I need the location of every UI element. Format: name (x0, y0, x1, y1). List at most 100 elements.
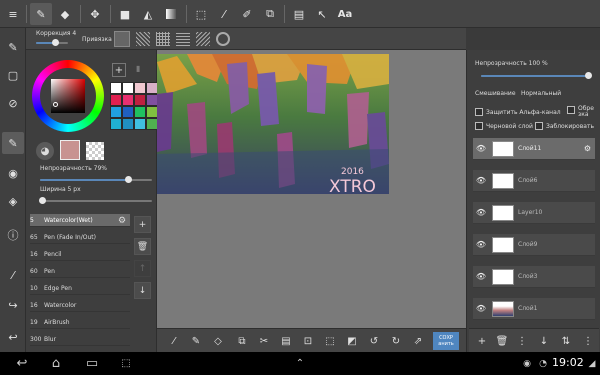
brush-opacity-knob[interactable] (125, 176, 133, 183)
brush-item[interactable]: 16 Pencil (30, 248, 130, 261)
blend-mode-select[interactable]: Нормальный (521, 90, 561, 97)
recents-icon[interactable]: ▭ (80, 355, 104, 372)
cut-icon[interactable]: ✂ (255, 332, 273, 350)
eye-icon[interactable]: 👁 (473, 144, 489, 153)
palette-panel-icon[interactable]: ◉ (2, 162, 24, 184)
deselect-icon[interactable]: ⬚ (321, 332, 339, 350)
brush-item[interactable]: 19 AirBrush (30, 316, 130, 329)
transparent-color-swatch[interactable] (86, 142, 104, 160)
brush-item[interactable]: 300 Blur (30, 333, 130, 346)
palette-swatch[interactable] (134, 106, 146, 118)
palette-swatch[interactable] (134, 94, 146, 106)
more-options-icon[interactable]: ⋮ (579, 332, 597, 350)
brush-item[interactable]: 16 Watercolor (30, 299, 130, 312)
palette-swatch[interactable] (122, 118, 134, 130)
home-icon[interactable]: ⌂ (44, 355, 68, 372)
info-icon[interactable]: ⓘ (2, 224, 24, 246)
select-frame-icon[interactable]: ▢ (2, 64, 24, 86)
layer-row[interactable]: 👁 Слой3 (473, 266, 595, 288)
eye-icon[interactable]: 👁 (473, 304, 489, 313)
snap-grid-icon[interactable] (156, 32, 170, 46)
brush-item[interactable]: 65 Pen (Fade In/Out) (30, 231, 130, 244)
redo-icon[interactable]: ↪ (2, 294, 24, 316)
eye-icon[interactable]: 👁 (473, 240, 489, 249)
back-icon[interactable]: ↩ (10, 355, 34, 372)
select-add-icon[interactable]: ⧉ (259, 3, 281, 25)
fill-rect-icon[interactable]: ■ (114, 3, 136, 25)
canvas-workspace[interactable]: 2016 XTRO (157, 50, 466, 328)
text-tool-button[interactable]: Aa (334, 3, 356, 25)
pen-icon[interactable]: ✎ (30, 3, 52, 25)
screenshot-icon[interactable]: ⬚ (114, 355, 138, 372)
move-layer-down-icon[interactable]: ↓ (535, 332, 553, 350)
cursor-icon[interactable]: ↖ (311, 3, 333, 25)
palette-swatch[interactable] (110, 106, 122, 118)
select-all-icon[interactable]: ⊡ (299, 332, 317, 350)
move-brush-down-button[interactable]: ↓ (134, 282, 151, 299)
delete-color-icon[interactable]: ▮ (136, 64, 140, 73)
eye-icon[interactable]: 👁 (473, 208, 489, 217)
palette-icon[interactable]: ◕ (36, 142, 54, 160)
layer-opacity-knob[interactable] (585, 72, 592, 79)
gradient-icon[interactable] (160, 3, 182, 25)
clipping-checkbox[interactable]: Обре зка (567, 106, 597, 118)
rotate-right-icon[interactable]: ↻ (387, 332, 405, 350)
add-layer-icon[interactable]: + (473, 332, 491, 350)
palette-swatch[interactable] (110, 118, 122, 130)
add-color-button[interactable]: + (112, 63, 126, 77)
layers-panel-icon[interactable]: ◈ (2, 190, 24, 212)
invert-select-icon[interactable]: ◩ (343, 332, 361, 350)
correction-slider-knob[interactable] (52, 39, 59, 46)
brush-width-track[interactable] (40, 200, 152, 202)
palette-swatch[interactable] (110, 94, 122, 106)
layer-row[interactable]: 👁 Layer10 (473, 202, 595, 224)
lock-layer-checkbox[interactable]: Заблокировать (535, 122, 594, 130)
snap-off-button[interactable] (114, 31, 130, 47)
layer-menu-icon[interactable]: ⋮ (513, 332, 531, 350)
eraser-icon[interactable]: ◇ (209, 332, 227, 350)
paste-icon[interactable]: ▤ (277, 332, 295, 350)
transform-icon[interactable]: ✥ (84, 3, 106, 25)
bucket-icon[interactable]: ◭ (137, 3, 159, 25)
brush-settings-icon[interactable]: ⚙ (118, 216, 126, 226)
snap-parallel-icon[interactable] (136, 32, 150, 46)
menu-icon[interactable]: ≡ (2, 3, 24, 25)
snap-lines-icon[interactable] (176, 32, 190, 46)
color-wheel[interactable] (32, 60, 104, 132)
layer-row[interactable]: 👁 Слой6 (473, 170, 595, 192)
select-rect-icon[interactable]: ⬚ (190, 3, 212, 25)
layer-settings-icon[interactable]: ⚙ (584, 144, 591, 153)
protect-alpha-checkbox[interactable]: Защитить Альфа-канал (475, 108, 561, 116)
brush-item[interactable]: 60 Pen (30, 265, 130, 278)
delete-brush-button[interactable]: 🗑 (134, 238, 151, 255)
palette-swatch[interactable] (122, 94, 134, 106)
eye-icon[interactable]: 👁 (473, 272, 489, 281)
color-picker-marker[interactable] (53, 102, 58, 107)
palette-swatch[interactable] (110, 82, 122, 94)
snap-circle-icon[interactable] (216, 32, 230, 46)
palette-swatch[interactable] (122, 106, 134, 118)
delete-layer-icon[interactable]: 🗑 (493, 332, 511, 350)
edit-icon[interactable]: ✎ (2, 36, 24, 58)
palette-swatch[interactable] (134, 118, 146, 130)
painting-canvas[interactable]: 2016 XTRO (157, 54, 389, 194)
snap-diagonal-icon[interactable] (196, 32, 210, 46)
rotate-left-icon[interactable]: ↺ (365, 332, 383, 350)
move-brush-up-button[interactable]: ↑ (134, 260, 151, 277)
draft-layer-checkbox[interactable]: Черновой слой (475, 122, 533, 130)
save-button[interactable]: СОХР анить (433, 332, 459, 350)
magic-wand-icon[interactable]: ⁄ (213, 3, 235, 25)
color-sv-square[interactable] (51, 79, 85, 113)
export-icon[interactable]: ⇗ (409, 332, 427, 350)
undo-icon[interactable]: ↩ (2, 326, 24, 348)
chevron-up-icon[interactable]: ⌃ (290, 355, 310, 372)
palette-swatch[interactable] (134, 82, 146, 94)
add-brush-button[interactable]: + (134, 216, 151, 233)
filter-icon[interactable]: ▤ (288, 3, 310, 25)
brush-item[interactable]: 5 Watercolor(Wet) (30, 214, 130, 227)
brush-width-knob[interactable] (39, 197, 46, 204)
eyedropper-icon[interactable]: ⁄ (165, 332, 183, 350)
eraser-icon[interactable]: ◆ (54, 3, 76, 25)
eyedropper-icon[interactable]: ⁄ (2, 264, 24, 286)
palette-swatch[interactable] (122, 82, 134, 94)
